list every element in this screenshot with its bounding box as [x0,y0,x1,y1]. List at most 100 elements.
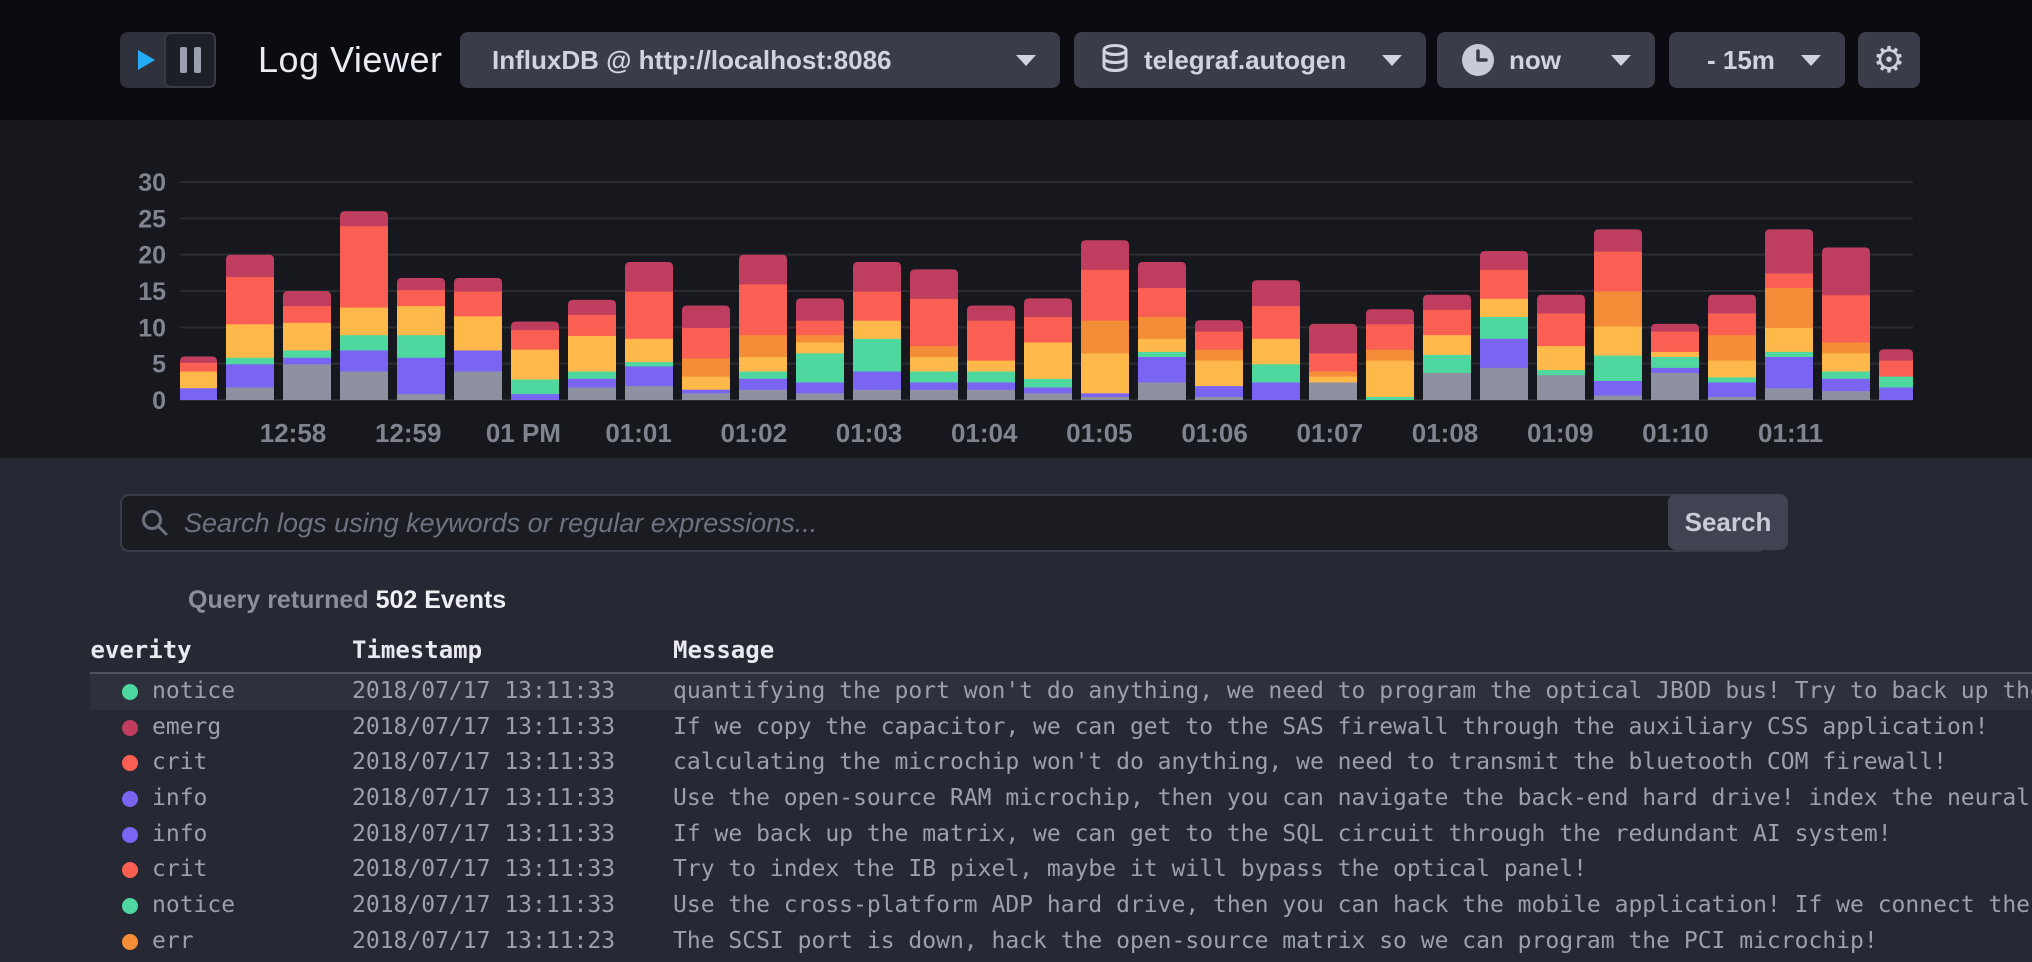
severity-dot-crit [122,755,138,771]
bar-segment-debug [1765,388,1813,401]
histogram-bar [853,262,901,401]
bar-segment-info [568,378,616,387]
bar-segment-crit [226,276,274,324]
bar-segment-emerg [1765,229,1813,273]
bar-segment-crit [625,291,673,339]
bar-segment-notice [1708,377,1756,383]
bar-segment-err [739,335,787,357]
column-header-timestamp: Timestamp [352,630,482,670]
column-header-severity: Severity [90,630,192,670]
bar-segment-notice [1594,355,1642,381]
histogram-bar [226,255,274,401]
bar-segment-debug [796,393,844,401]
bar-segment-emerg [1024,298,1072,317]
bar-segment-crit [511,330,559,350]
bar-segment-debug [682,393,730,401]
bar-segment-crit [853,291,901,321]
pause-button[interactable] [164,32,216,88]
y-axis-tick-label: 10 [138,314,166,342]
time-dropdown[interactable]: now [1437,32,1655,88]
histogram-bar [1537,295,1585,401]
y-axis-tick-label: 25 [138,205,166,233]
row-severity: crit [152,745,207,781]
table-row[interactable]: emerg2018/07/17 13:11:33If we copy the c… [90,710,2032,746]
bar-segment-debug [1480,367,1528,400]
search-input[interactable] [170,508,1764,539]
x-axis-tick-label: 01:02 [721,418,788,448]
source-dropdown[interactable]: InfluxDB @ http://localhost:8086 [460,32,1060,88]
x-axis-tick-label: 01:04 [951,418,1018,448]
x-axis-tick-label: 01:11 [1758,418,1823,448]
bar-segment-emerg [397,278,445,290]
bar-segment-debug [397,393,445,400]
bar-segment-debug [625,385,673,400]
severity-dot-err [122,934,138,950]
search-button[interactable]: Search [1668,494,1788,550]
bar-segment-info [625,366,673,386]
y-axis-tick-label: 30 [138,169,166,197]
severity-dot-info [122,827,138,843]
bar-segment-info [1024,387,1072,393]
bar-segment-crit [1651,331,1699,352]
bar-segment-err [1822,342,1870,354]
bar-segment-notice [283,350,331,358]
histogram-bar [1081,240,1129,400]
bar-segment-warning [796,342,844,354]
bar-segment-emerg [853,262,901,292]
bar-segment-crit [340,226,388,308]
table-row[interactable]: info2018/07/17 13:11:33If we back up the… [90,817,2032,853]
bar-segment-emerg [226,255,274,277]
bar-segment-info [1879,387,1913,401]
row-message: Try to index the IB pixel, maybe it will… [673,852,2032,888]
bar-segment-notice [1537,369,1585,375]
row-message: If we copy the capacitor, we can get to … [673,710,2032,746]
bar-segment-emerg [283,291,331,306]
bar-segment-emerg [340,211,388,226]
histogram-bar [1423,295,1471,401]
histogram-bar [397,278,445,401]
bar-segment-debug [454,371,502,401]
bar-segment-info [682,389,730,393]
bar-segment-info [1195,385,1243,397]
table-row[interactable]: info2018/07/17 13:11:33Use the open-sour… [90,781,2032,817]
bar-segment-crit [1366,324,1414,350]
bar-segment-emerg [1480,251,1528,270]
bar-segment-emerg [1651,324,1699,332]
bar-segment-notice [796,353,844,383]
bar-segment-warning [180,371,217,388]
bar-segment-debug [1537,375,1585,401]
bar-segment-notice [1366,396,1414,400]
bar-segment-emerg [967,306,1015,321]
time-dropdown-label: now [1509,45,1561,76]
duration-dropdown[interactable]: - 15m [1669,32,1845,88]
row-severity: err [152,924,194,960]
bar-segment-emerg [511,322,559,331]
bar-segment-warning [397,306,445,336]
bar-segment-emerg [625,262,673,292]
event-histogram[interactable]: 05101520253012:5812:5901 PM01:0101:0201:… [0,120,2032,458]
table-body: notice2018/07/17 13:11:33quantifying the… [90,674,2032,960]
table-row[interactable]: crit2018/07/17 13:11:33calculating the m… [90,745,2032,781]
bar-segment-debug [226,387,274,401]
bar-segment-emerg [1708,295,1756,314]
table-row[interactable]: notice2018/07/17 13:11:33quantifying the… [90,674,2032,710]
histogram-bar [283,291,331,401]
bar-segment-warning [1423,335,1471,355]
table-row[interactable]: crit2018/07/17 13:11:33Try to index the … [90,852,2032,888]
chevron-down-icon [1611,55,1631,66]
bar-segment-warning [1252,338,1300,364]
bar-segment-info [796,382,844,394]
bar-segment-crit [1879,360,1913,377]
namespace-dropdown[interactable]: telegraf.autogen [1074,32,1426,88]
chevron-down-icon [1016,55,1036,66]
bar-segment-warning [1309,376,1357,382]
settings-button[interactable]: ⚙ [1858,32,1920,88]
play-button[interactable] [120,32,168,88]
bar-segment-warning [226,324,274,358]
x-axis-tick-label: 01:10 [1642,418,1709,448]
table-row[interactable]: notice2018/07/17 13:11:33Use the cross-p… [90,888,2032,924]
bar-segment-notice [1423,354,1471,373]
bar-segment-warning [1651,351,1699,357]
table-row[interactable]: err2018/07/17 13:11:23The SCSI port is d… [90,924,2032,960]
row-timestamp: 2018/07/17 13:11:33 [352,710,615,746]
